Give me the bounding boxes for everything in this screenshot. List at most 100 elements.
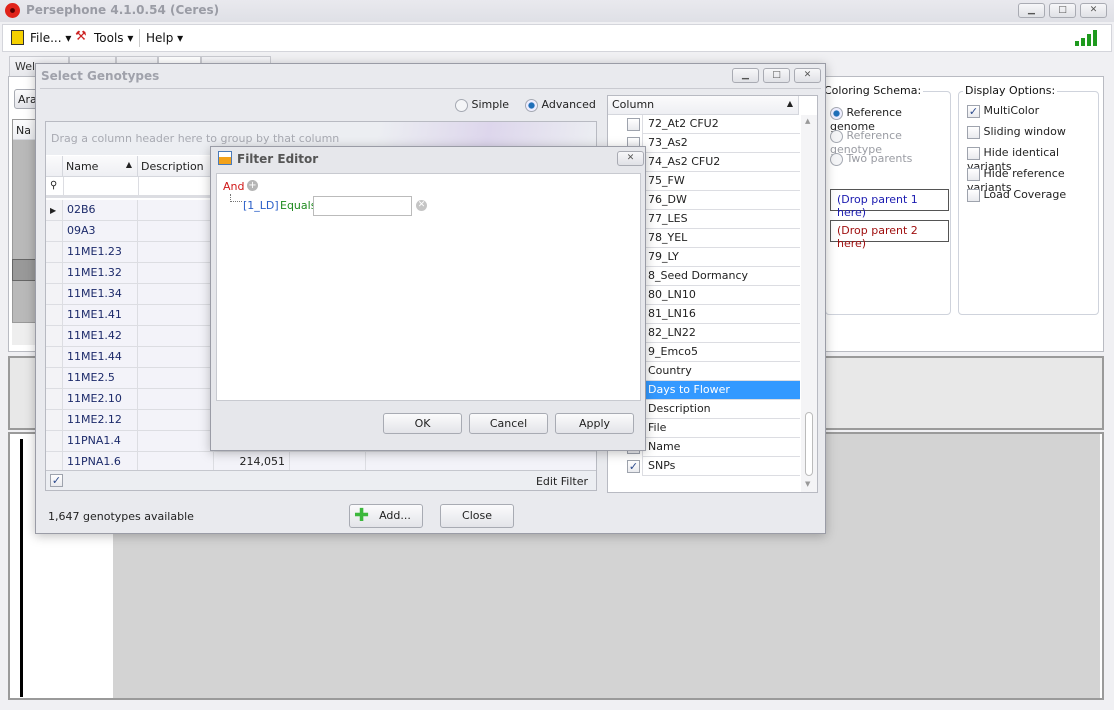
scroll-up-icon[interactable]: ▲ xyxy=(805,117,810,125)
cell-description xyxy=(138,242,214,262)
cell-name: 11ME1.41 xyxy=(63,305,138,325)
option-label: Sliding window xyxy=(983,125,1066,138)
row-indicator xyxy=(46,368,63,388)
cell-name: 09A3 xyxy=(63,221,138,241)
header-label: Name xyxy=(66,160,99,173)
option-label: MultiColor xyxy=(983,104,1040,117)
ok-button[interactable]: OK xyxy=(383,413,462,434)
tab-label: Wel xyxy=(15,60,36,73)
cell-description xyxy=(138,452,214,470)
cell-name: 11ME1.32 xyxy=(63,263,138,283)
column-header-description[interactable]: Description xyxy=(138,156,214,177)
column-label: 81_LN16 xyxy=(642,305,800,324)
cell-description xyxy=(138,431,214,451)
cell-description xyxy=(138,305,214,325)
maximize-button[interactable]: □ xyxy=(1049,3,1076,18)
dialog-maximize-button[interactable]: □ xyxy=(763,68,790,83)
column-chooser-item[interactable]: 72_At2 CFU2 xyxy=(608,115,801,134)
filter-field[interactable]: [1_LD] xyxy=(243,199,279,212)
dropdown-label: Ara xyxy=(18,93,37,106)
column-chooser-header[interactable]: Column ▲ xyxy=(608,96,799,115)
close-dialog-button[interactable]: Close xyxy=(440,504,514,528)
dialog-close-button[interactable]: ✕ xyxy=(794,68,821,83)
filter-editor-close-button[interactable]: ✕ xyxy=(617,151,644,166)
radio-advanced[interactable]: Advanced xyxy=(525,98,596,112)
column-label: Country xyxy=(642,362,800,381)
radio-two-parents: Two parents xyxy=(830,152,912,166)
app-logo-icon xyxy=(5,3,20,18)
minimize-button[interactable]: ▁ xyxy=(1018,3,1045,18)
column-label: 76_DW xyxy=(642,191,800,210)
drop-parent-1[interactable]: (Drop parent 1 here) xyxy=(830,189,949,219)
remove-condition-icon[interactable]: ✕ xyxy=(416,200,427,211)
row-indicator xyxy=(46,410,63,430)
toolbar-separator xyxy=(139,29,140,47)
column-chooser-item[interactable]: ✓ SNPs xyxy=(608,457,801,476)
group-operator[interactable]: And xyxy=(223,180,244,193)
tools-menu[interactable]: Tools ▾ xyxy=(94,31,133,45)
help-menu-label: Help xyxy=(146,31,174,45)
display-option-checkbox[interactable]: Load Coverage xyxy=(967,188,1066,202)
checkbox-icon xyxy=(967,167,980,181)
file-menu[interactable]: File... ▾ xyxy=(30,31,71,45)
radio-label: Two parents xyxy=(846,152,913,165)
file-icon xyxy=(11,30,24,45)
option-label: Load Coverage xyxy=(983,188,1067,201)
cell-name: 02B6 xyxy=(63,200,138,220)
row-indicator: ▶ xyxy=(46,200,63,220)
filter-value-input[interactable] xyxy=(313,196,412,216)
help-menu[interactable]: Help ▾ xyxy=(146,31,183,45)
display-option-checkbox[interactable]: ✓ MultiColor xyxy=(967,104,1039,118)
cell-description xyxy=(138,368,214,388)
row-indicator xyxy=(46,326,63,346)
add-button[interactable]: ✚ Add... xyxy=(349,504,423,528)
filter-operator[interactable]: Equals xyxy=(280,199,316,212)
column-header-name[interactable]: Name ▲ xyxy=(63,156,138,177)
radio-label: Simple xyxy=(471,98,510,111)
column-list-scrollbar[interactable]: ▲ ▼ xyxy=(801,115,817,492)
cancel-button[interactable]: Cancel xyxy=(469,413,548,434)
apply-button[interactable]: Apply xyxy=(555,413,634,434)
drop-parent-2[interactable]: (Drop parent 2 here) xyxy=(830,220,949,250)
title-bar: Persephone 4.1.0.54 (Ceres) ▁ □ ✕ xyxy=(0,0,1114,22)
column-label: 82_LN22 xyxy=(642,324,800,343)
tree-line xyxy=(230,194,242,202)
checkbox-icon xyxy=(967,125,980,139)
column-checkbox[interactable] xyxy=(627,118,640,131)
scroll-thumb[interactable] xyxy=(805,412,813,476)
dialog-minimize-button[interactable]: ▁ xyxy=(732,68,759,83)
genotype-count-status: 1,647 genotypes available xyxy=(48,510,194,523)
signal-icon xyxy=(1075,29,1099,46)
checkbox-icon: ✓ xyxy=(967,104,980,118)
display-option-checkbox[interactable]: Sliding window xyxy=(967,125,1066,139)
column-label: Name xyxy=(642,438,800,457)
cell-name: 11ME2.10 xyxy=(63,389,138,409)
table-row[interactable]: 11PNA1.6 214,051 xyxy=(46,452,596,470)
coloring-schema-label: Coloring Schema: xyxy=(824,84,924,97)
radio-simple[interactable]: Simple xyxy=(455,98,509,112)
column-checkbox[interactable]: ✓ xyxy=(627,460,640,473)
row-indicator xyxy=(46,347,63,367)
cell-description xyxy=(138,326,214,346)
scroll-down-icon[interactable]: ▼ xyxy=(805,480,810,488)
filter-enable-checkbox[interactable]: ✓ xyxy=(50,474,63,487)
header-label: Description xyxy=(141,160,204,173)
cell-description xyxy=(138,263,214,283)
cell-name: 11ME2.5 xyxy=(63,368,138,388)
row-indicator xyxy=(46,263,63,283)
filter-editor-dialog: Filter Editor ✕ And + [1_LD] Equals ✕ OK… xyxy=(210,146,646,451)
radio-icon xyxy=(830,129,843,143)
column-label: Description xyxy=(642,400,800,419)
header-label: Column xyxy=(612,98,655,111)
column-label: 78_YEL xyxy=(642,229,800,248)
edit-filter-link[interactable]: Edit Filter xyxy=(536,475,588,488)
close-button[interactable]: ✕ xyxy=(1080,3,1107,18)
radio-icon xyxy=(830,152,843,166)
display-options-label: Display Options: xyxy=(963,84,1058,97)
cell-name: 11PNA1.6 xyxy=(63,452,138,470)
cell-description xyxy=(138,347,214,367)
file-menu-label: File... xyxy=(30,31,62,45)
filter-editor-title: Filter Editor xyxy=(237,152,319,166)
row-indicator xyxy=(46,284,63,304)
add-condition-icon[interactable]: + xyxy=(247,180,258,191)
